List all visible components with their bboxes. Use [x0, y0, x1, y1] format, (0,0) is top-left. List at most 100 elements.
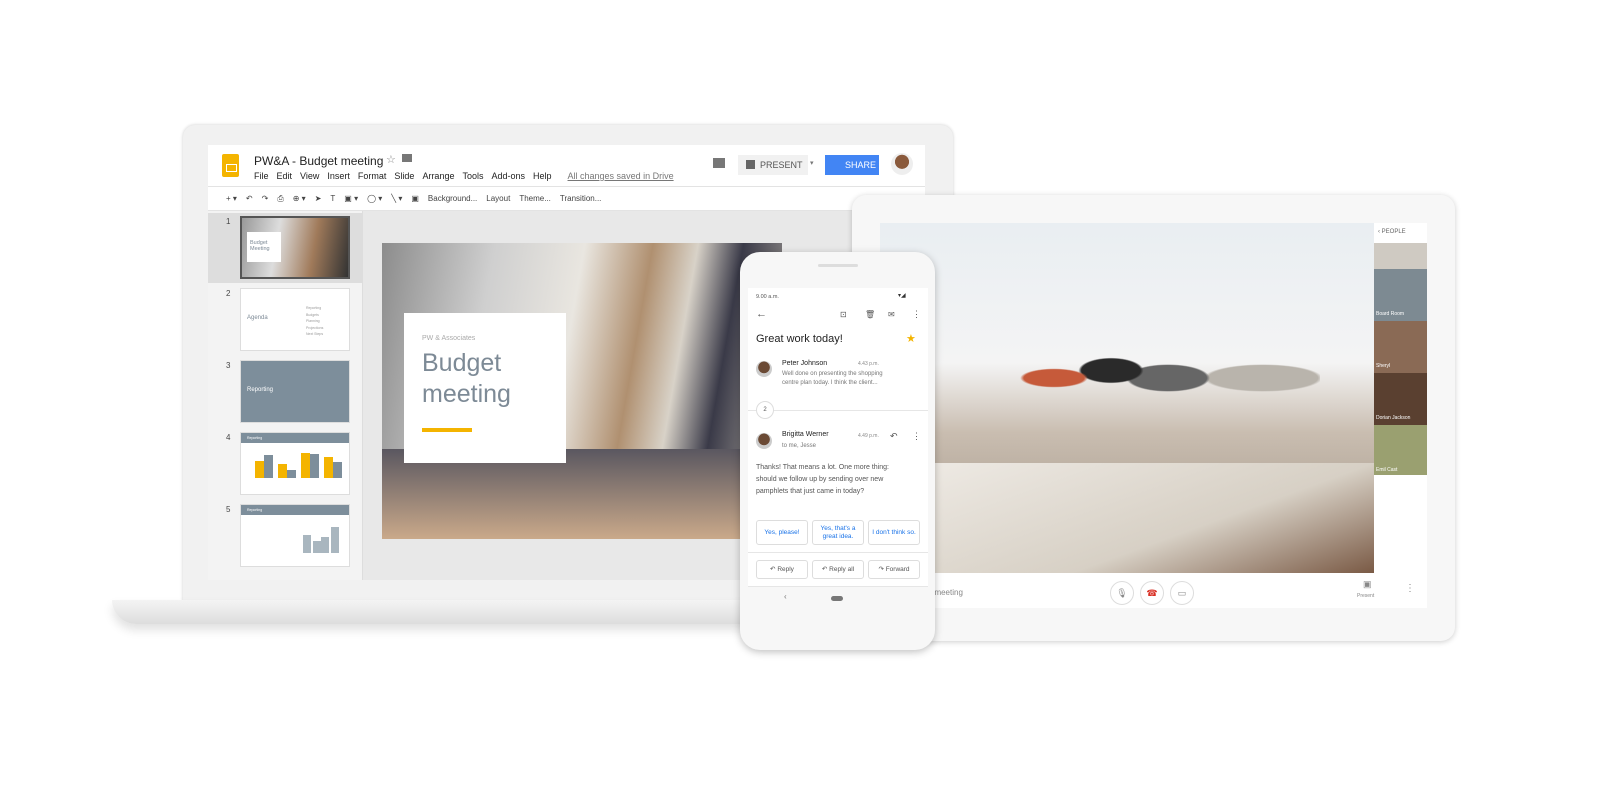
- thumb-title: Reporting: [241, 433, 349, 443]
- nav-back-icon[interactable]: ‹: [784, 592, 787, 601]
- menu-edit[interactable]: Edit: [277, 171, 293, 181]
- participant-tile[interactable]: Sheryl: [1374, 321, 1427, 373]
- folder-icon[interactable]: [402, 154, 412, 162]
- slide-title-line: meeting: [422, 380, 511, 408]
- recipients[interactable]: to me, Jesse: [782, 443, 816, 449]
- comment-add-icon[interactable]: ▣: [411, 194, 419, 203]
- agenda-item: Reporting: [306, 306, 322, 310]
- reply-icon[interactable]: ↶: [890, 431, 898, 442]
- avatar[interactable]: [891, 153, 913, 175]
- textbox-icon[interactable]: T: [330, 194, 335, 203]
- menu-addons[interactable]: Add-ons: [491, 171, 525, 181]
- slide-title: Budget meeting: [422, 348, 548, 410]
- thumb-title: Reporting: [241, 505, 349, 515]
- mic-off-icon[interactable]: 🎙: [1110, 581, 1134, 605]
- star-icon[interactable]: ★: [906, 332, 916, 345]
- more-icon[interactable]: ⋮: [912, 309, 921, 320]
- participant-tile[interactable]: Board Room: [1374, 269, 1427, 321]
- back-icon[interactable]: ←: [756, 308, 767, 320]
- thumbnail-slide-5[interactable]: Reporting: [240, 504, 350, 567]
- tablet: ‹ PEOPLE Board Room Sheryl Dorian Jackso…: [852, 195, 1455, 641]
- slide-thumbnails: 1 Budget Meeting 2 Agenda Reporting Budg…: [208, 211, 363, 580]
- zoom-icon[interactable]: ⊕ ▾: [293, 194, 306, 203]
- background-button[interactable]: Background...: [428, 194, 477, 203]
- thumb-title: Agenda: [247, 315, 268, 321]
- smart-reply-chip[interactable]: Yes, that's a great idea.: [812, 520, 864, 545]
- slide-subtitle: PW & Associates: [422, 335, 476, 342]
- forward-label: Forward: [885, 566, 910, 573]
- smart-reply-chip[interactable]: I don't think so.: [868, 520, 920, 545]
- title-card: PW & Associates Budget meeting: [404, 313, 566, 463]
- redo-icon[interactable]: ↷: [262, 194, 269, 203]
- present-button[interactable]: PRESENT: [738, 155, 808, 175]
- reply-all-button[interactable]: ↶ Reply all: [812, 560, 864, 579]
- more-icon[interactable]: ⋮: [1405, 583, 1415, 594]
- transition-button[interactable]: Transition...: [560, 194, 602, 203]
- gmail-window: 9.00 a.m. ▾◢ ← ⊡ 🗑 ✉ ⋮ Great work today!…: [748, 288, 928, 610]
- menu-tools[interactable]: Tools: [462, 171, 483, 181]
- menu-file[interactable]: File: [254, 171, 269, 181]
- thumbnail-slide-1[interactable]: Budget Meeting: [240, 216, 350, 279]
- thumb-title: Reporting: [247, 387, 274, 393]
- signal-icon: ▾◢: [898, 293, 906, 299]
- image-icon[interactable]: ▣ ▾: [344, 194, 358, 203]
- participant-tile[interactable]: Dorian Jackson: [1374, 373, 1427, 425]
- menu-view[interactable]: View: [300, 171, 319, 181]
- message-body: Thanks! That means a lot. One more thing…: [756, 464, 889, 471]
- camera-off-icon[interactable]: ▭: [1170, 581, 1194, 605]
- share-button[interactable]: SHARE: [825, 155, 879, 175]
- meet-window: ‹ PEOPLE Board Room Sheryl Dorian Jackso…: [880, 223, 1427, 608]
- thumbnail-slide-4[interactable]: Reporting: [240, 432, 350, 495]
- shape-icon[interactable]: ◯ ▾: [367, 194, 382, 203]
- nav-bar: ‹: [748, 586, 928, 610]
- reply-all-label: Reply all: [829, 566, 855, 573]
- slides-logo-icon: [222, 154, 239, 177]
- participant-tile[interactable]: Emil Cast: [1374, 425, 1427, 475]
- people-title: PEOPLE: [1381, 229, 1406, 235]
- status-time: 9.00 a.m.: [756, 294, 779, 300]
- smart-reply-chip[interactable]: Yes, please!: [756, 520, 808, 545]
- phone: 9.00 a.m. ▾◢ ← ⊡ 🗑 ✉ ⋮ Great work today!…: [740, 252, 935, 650]
- forward-button[interactable]: ↷ Forward: [868, 560, 920, 579]
- thumbnail-slide-3[interactable]: Reporting: [240, 360, 350, 423]
- thumb-number: 1: [226, 217, 231, 226]
- mail-icon[interactable]: ✉: [888, 310, 895, 319]
- nav-home-icon[interactable]: [831, 596, 843, 601]
- present-dropdown-icon[interactable]: ▾: [810, 159, 814, 167]
- current-slide[interactable]: PW & Associates Budget meeting: [382, 243, 782, 539]
- thumbnail-slide-2[interactable]: Agenda Reporting Budgets Planning Projec…: [240, 288, 350, 351]
- menu-slide[interactable]: Slide: [394, 171, 414, 181]
- select-icon[interactable]: ➤: [315, 194, 322, 203]
- present-button[interactable]: Present: [1357, 593, 1374, 599]
- archive-icon[interactable]: ⊡: [840, 310, 847, 319]
- present-screen-icon[interactable]: ▣: [1363, 579, 1372, 590]
- theme-button[interactable]: Theme...: [519, 194, 551, 203]
- sender-name: Brigitta Werner: [782, 431, 829, 438]
- thumb-number: 4: [226, 433, 231, 442]
- star-icon[interactable]: ☆: [386, 153, 396, 166]
- line-icon[interactable]: ╲ ▾: [391, 194, 402, 203]
- menu-format[interactable]: Format: [358, 171, 387, 181]
- menu-arrange[interactable]: Arrange: [422, 171, 454, 181]
- collapsed-messages-count[interactable]: 2: [756, 401, 774, 419]
- menu-insert[interactable]: Insert: [327, 171, 350, 181]
- save-status[interactable]: All changes saved in Drive: [568, 171, 674, 181]
- thumb-number: 3: [226, 361, 231, 370]
- menu-help[interactable]: Help: [533, 171, 552, 181]
- slide-title-line: Budget: [422, 349, 502, 377]
- new-slide-icon[interactable]: + ▾: [226, 194, 237, 203]
- hang-up-icon[interactable]: ☎: [1140, 581, 1164, 605]
- slides-header: PW&A - Budget meeting ☆ File Edit View I…: [208, 145, 925, 187]
- undo-icon[interactable]: ↶: [246, 194, 253, 203]
- toolbar: + ▾ ↶ ↷ ⎙ ⊕ ▾ ➤ T ▣ ▾ ◯ ▾ ╲ ▾ ▣ Backgrou…: [208, 187, 925, 211]
- message-preview[interactable]: centre plan today. I think the client...: [782, 380, 878, 386]
- print-icon[interactable]: ⎙: [277, 194, 283, 204]
- comment-icon[interactable]: [713, 158, 725, 168]
- message-preview[interactable]: Well done on presenting the shopping: [782, 371, 883, 377]
- doc-title[interactable]: PW&A - Budget meeting: [254, 154, 383, 168]
- delete-icon[interactable]: 🗑: [865, 310, 875, 319]
- reply-button[interactable]: ↶ Reply: [756, 560, 808, 579]
- layout-button[interactable]: Layout: [486, 194, 510, 203]
- more-icon[interactable]: ⋮: [912, 431, 921, 442]
- thumb-title: Budget Meeting: [247, 232, 281, 262]
